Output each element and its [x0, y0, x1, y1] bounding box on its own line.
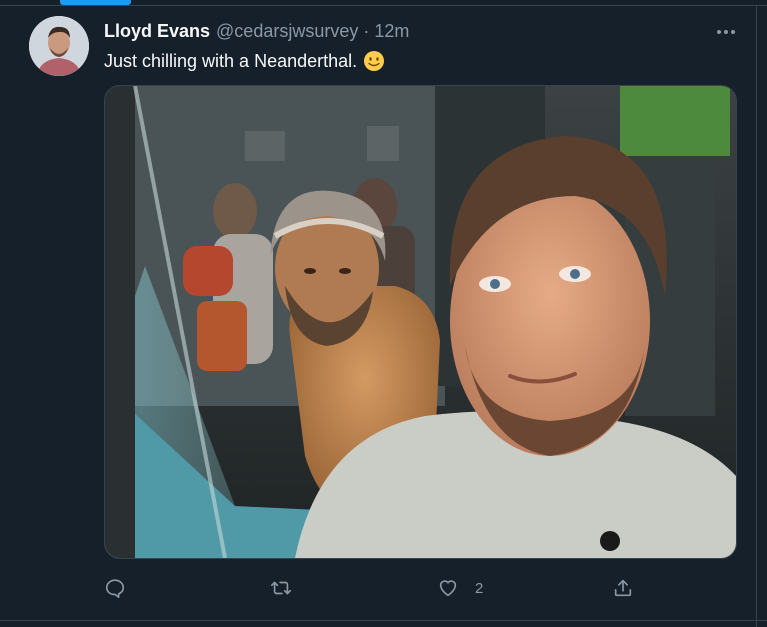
heart-icon: [439, 580, 457, 597]
tweet-text: Just chilling with a Neanderthal.: [104, 50, 358, 71]
tweet-text-container: Just chilling with a Neanderthal.: [104, 50, 385, 72]
tweet-photo[interactable]: [104, 85, 737, 559]
like-button[interactable]: 2: [437, 574, 483, 602]
avatar[interactable]: [29, 16, 89, 76]
display-name[interactable]: Lloyd Evans: [104, 21, 210, 42]
timestamp[interactable]: 12m: [374, 21, 409, 42]
separator-dot: ·: [363, 20, 370, 41]
share-icon: [614, 579, 632, 597]
ellipsis-icon: [717, 30, 735, 34]
user-handle[interactable]: @cedarsjwsurvey: [216, 21, 358, 42]
slightly-smiling-face-icon: [364, 51, 385, 71]
retweet-icon: [271, 581, 291, 595]
tweet-header: Lloyd Evans @cedarsjwsurvey · 12m: [104, 19, 737, 43]
share-button[interactable]: [612, 574, 634, 602]
bottom-divider: [0, 620, 767, 621]
tweet-actions: 2: [104, 574, 644, 602]
like-count: 2: [475, 579, 484, 597]
reply-icon: [105, 579, 125, 598]
reply-button[interactable]: [104, 574, 126, 602]
retweet-button[interactable]: [270, 574, 292, 602]
more-options-button[interactable]: [711, 20, 741, 44]
tweet[interactable]: Lloyd Evans @cedarsjwsurvey · 12m Just c…: [0, 0, 757, 615]
